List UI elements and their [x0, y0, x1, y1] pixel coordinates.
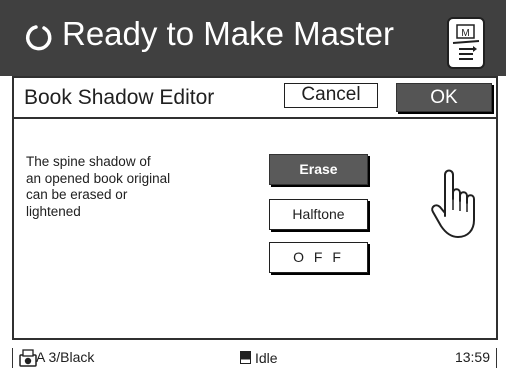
description-line: The spine shadow of [26, 154, 151, 169]
status-separator [12, 348, 13, 368]
book-shadow-editor-panel: Book Shadow Editor Cancel OK The spine s… [12, 76, 498, 340]
status-bar: A 3/Black Idle 13:59 [12, 342, 498, 370]
pointing-hand-icon [431, 169, 475, 238]
header-bar: Ready to Make Master M [0, 0, 506, 76]
refresh-icon [26, 25, 52, 51]
dialog-title: Book Shadow Editor [24, 86, 215, 109]
halftone-button[interactable]: Halftone [269, 199, 368, 230]
description-line: an opened book original [26, 170, 171, 186]
status-separator [496, 348, 497, 368]
master-icon-letter: M [461, 28, 469, 39]
description-line: lightened [26, 203, 81, 219]
cancel-button[interactable]: Cancel [284, 83, 378, 108]
master-glyph: M [452, 24, 480, 60]
master-icon[interactable]: M [447, 17, 485, 69]
description-text: The spine shadow of an opened book origi… [26, 154, 226, 220]
erase-button[interactable]: Erase [269, 154, 368, 185]
clock: 13:59 [454, 349, 490, 365]
divider [14, 117, 496, 119]
idle-icon [240, 351, 251, 364]
off-button[interactable]: O F F [269, 242, 368, 273]
paper-status: A 3/Black [36, 349, 95, 365]
ok-button[interactable]: OK [396, 83, 492, 112]
machine-state: Idle [255, 350, 278, 366]
paper-drum-icon [19, 349, 37, 367]
description-line: can be erased or [26, 187, 128, 202]
page-title: Ready to Make Master [62, 15, 394, 52]
